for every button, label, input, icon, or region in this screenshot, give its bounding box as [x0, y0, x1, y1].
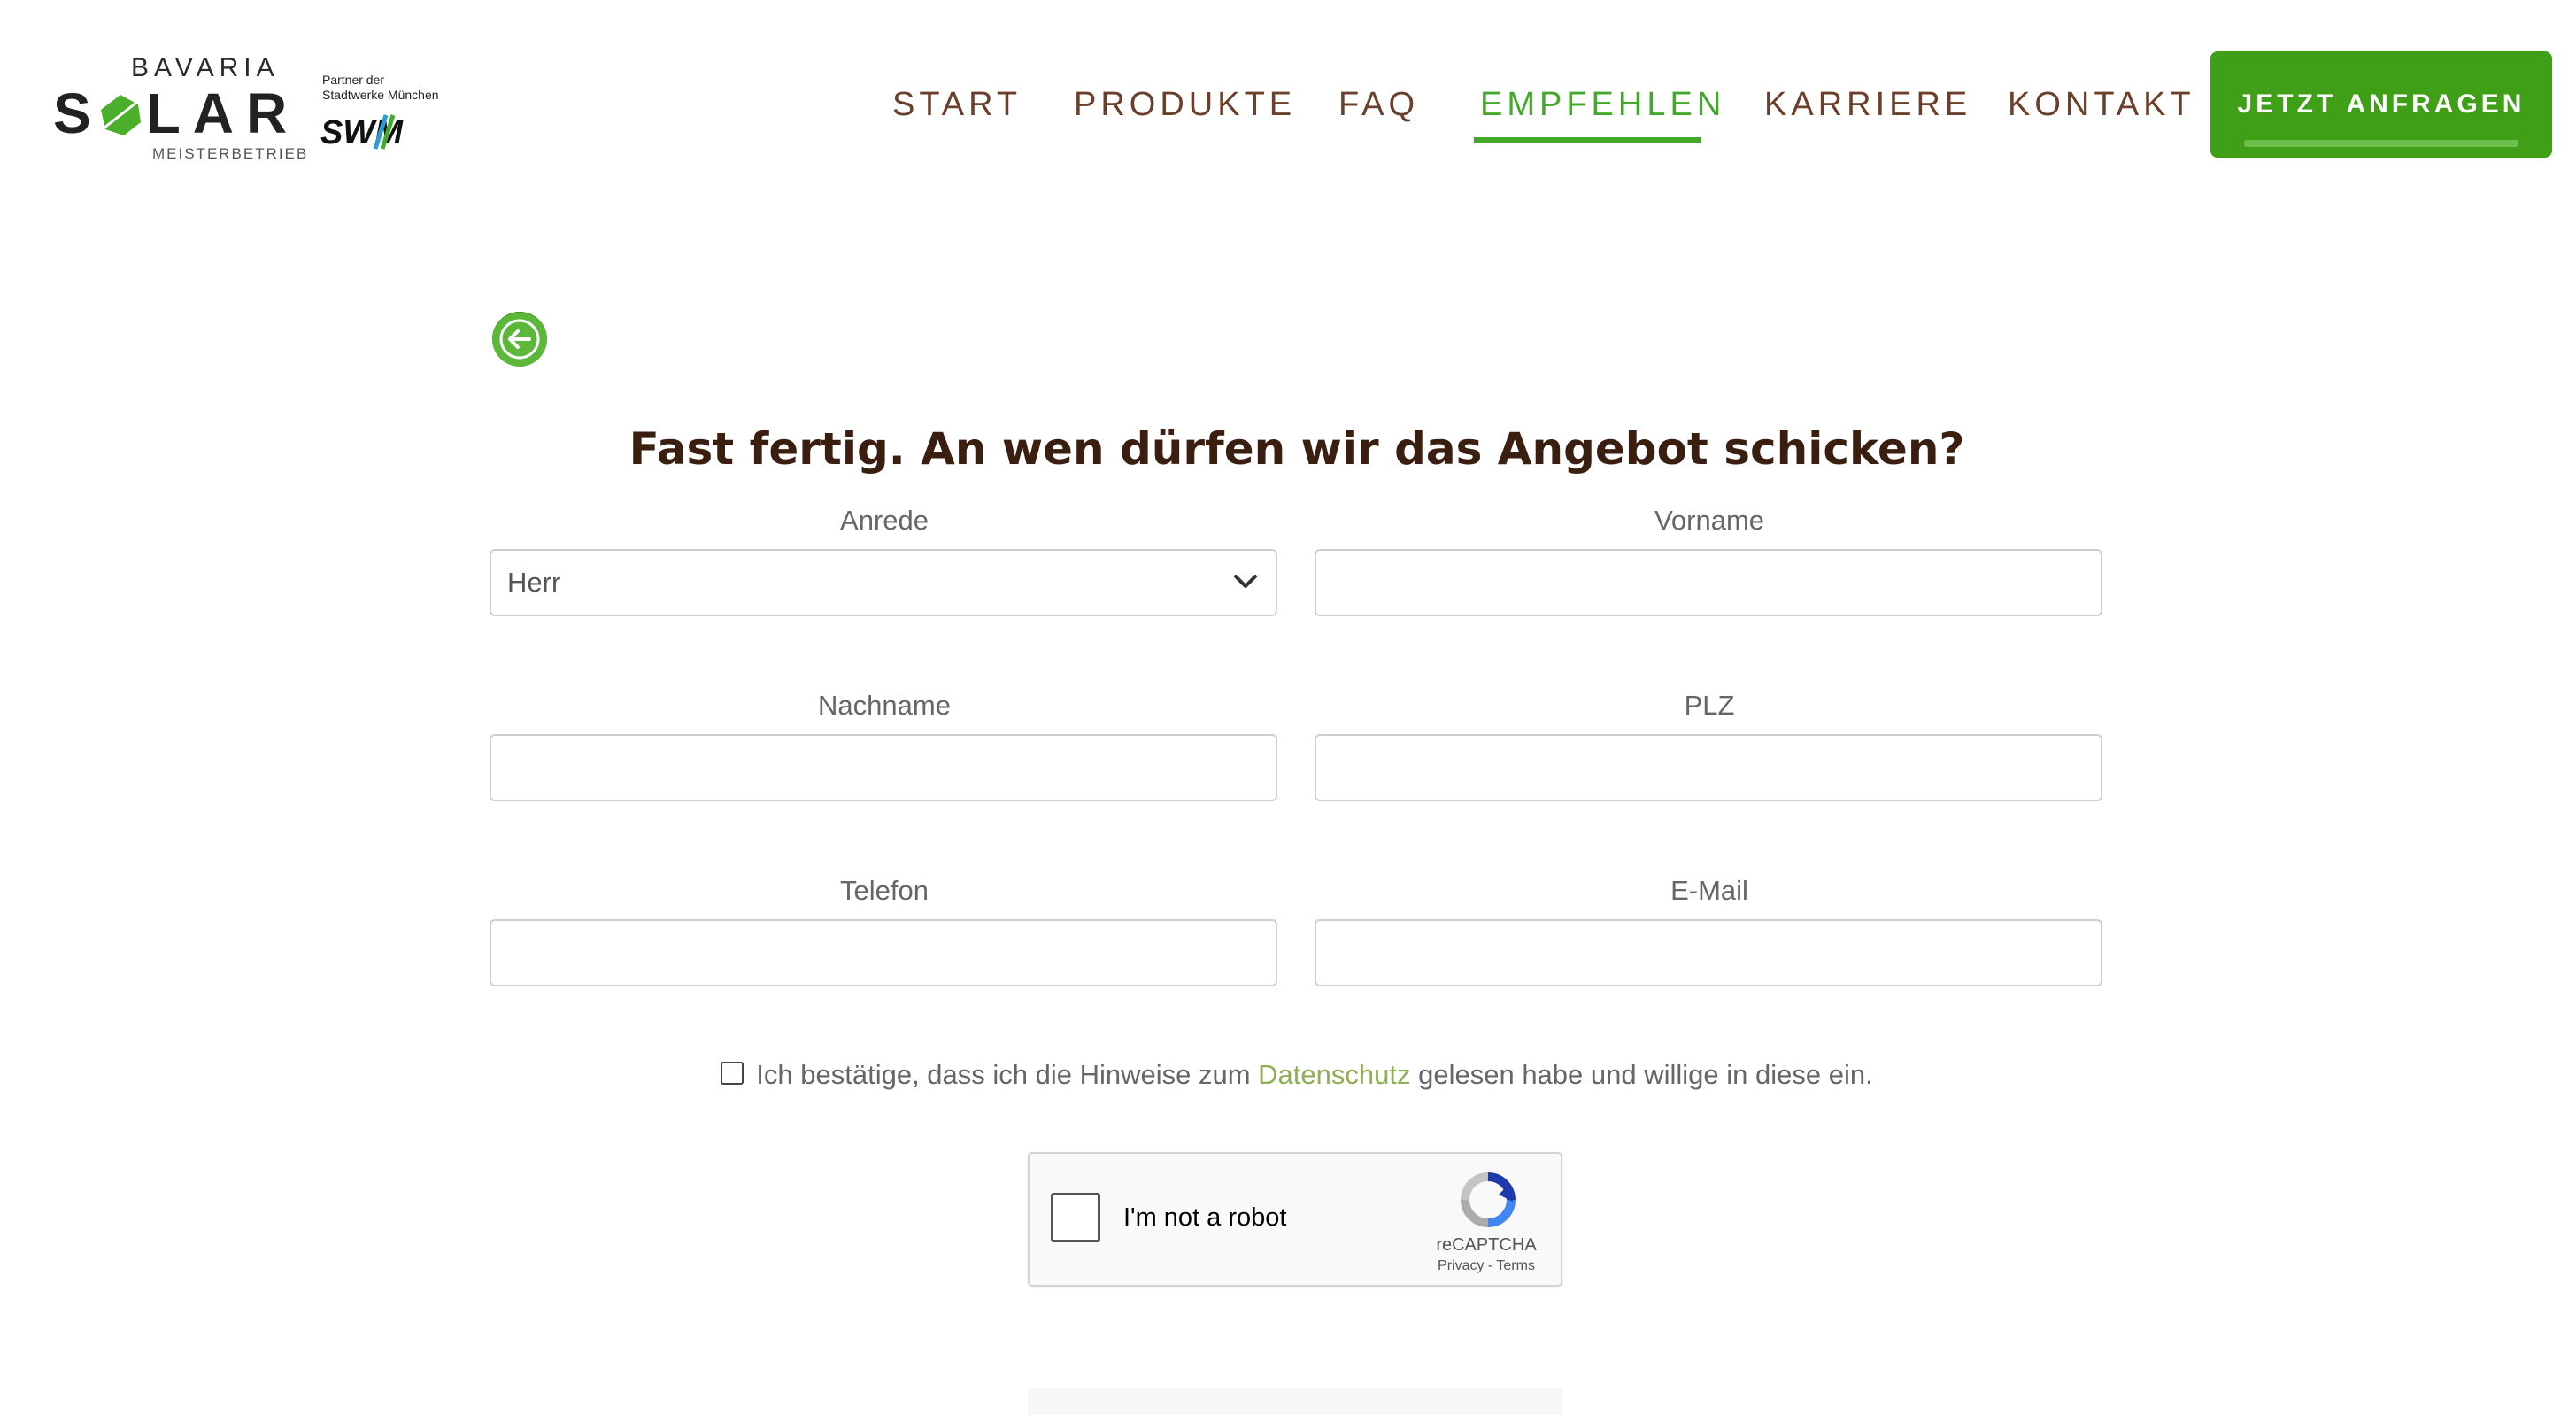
recaptcha-terms-link[interactable]: Terms [1496, 1258, 1535, 1273]
consent-text-before: Ich bestätige, dass ich die Hinweise zum [756, 1059, 1259, 1090]
datenschutz-link[interactable]: Datenschutz [1258, 1059, 1410, 1090]
consent-text-after: gelesen habe und willige in diese ein. [1410, 1059, 1873, 1090]
arrow-left-circle-icon [499, 319, 540, 360]
email-label: E-Mail [1670, 875, 1748, 906]
nav-item-start[interactable]: START [892, 81, 1022, 128]
nachname-label: Nachname [818, 690, 951, 721]
recaptcha-label: I'm not a robot [1123, 1203, 1287, 1232]
nav-item-produkte[interactable]: PRODUKTE [1074, 81, 1296, 128]
vorname-label: Vorname [1654, 505, 1765, 536]
anrede-select[interactable]: Herr [490, 549, 1277, 616]
telefon-input[interactable] [490, 919, 1277, 986]
plz-label: PLZ [1684, 690, 1735, 721]
plz-input[interactable] [1315, 734, 2102, 801]
logo-sub-text: MEISTERBETRIEB [152, 145, 309, 162]
nav-item-faq[interactable]: FAQ [1338, 81, 1419, 128]
privacy-consent: Ich bestätige, dass ich die Hinweise zum… [0, 1059, 2576, 1091]
recaptcha-brand: reCAPTCHA [1436, 1235, 1537, 1255]
jetzt-anfragen-button[interactable]: JETZT ANFRAGEN [2210, 51, 2552, 158]
chevron-down-icon [1234, 575, 1257, 588]
back-button[interactable] [492, 312, 547, 367]
vorname-input[interactable] [1315, 549, 2102, 616]
recaptcha-logo-icon [1461, 1172, 1516, 1227]
nachname-input[interactable] [490, 734, 1277, 801]
nav-item-karriere[interactable]: KARRIERE [1764, 81, 1971, 128]
main-navigation: START PRODUKTE FAQ EMPFEHLEN KARRIERE KO… [0, 81, 2576, 143]
recaptcha-widget: I'm not a robot reCAPTCHA Privacy - Term… [1028, 1152, 1562, 1287]
submit-area-partial [1028, 1388, 1562, 1415]
logo-top-text: BAVARIA [131, 53, 280, 82]
nav-item-kontakt[interactable]: KONTAKT [2008, 81, 2195, 128]
recaptcha-privacy-link[interactable]: Privacy [1438, 1258, 1484, 1273]
recaptcha-links: Privacy - Terms [1424, 1258, 1548, 1274]
recaptcha-link-separator: - [1484, 1258, 1497, 1273]
privacy-consent-checkbox[interactable] [721, 1061, 744, 1085]
telefon-label: Telefon [840, 875, 929, 906]
active-nav-underline [1474, 137, 1701, 143]
recaptcha-checkbox[interactable] [1051, 1193, 1100, 1242]
email-input[interactable] [1315, 919, 2102, 986]
cta-bar [2244, 140, 2518, 147]
form-title: Fast fertig. An wen dürfen wir das Angeb… [629, 423, 1965, 475]
anrede-label: Anrede [840, 505, 929, 536]
nav-item-empfehlen[interactable]: EMPFEHLEN [1480, 81, 1725, 128]
